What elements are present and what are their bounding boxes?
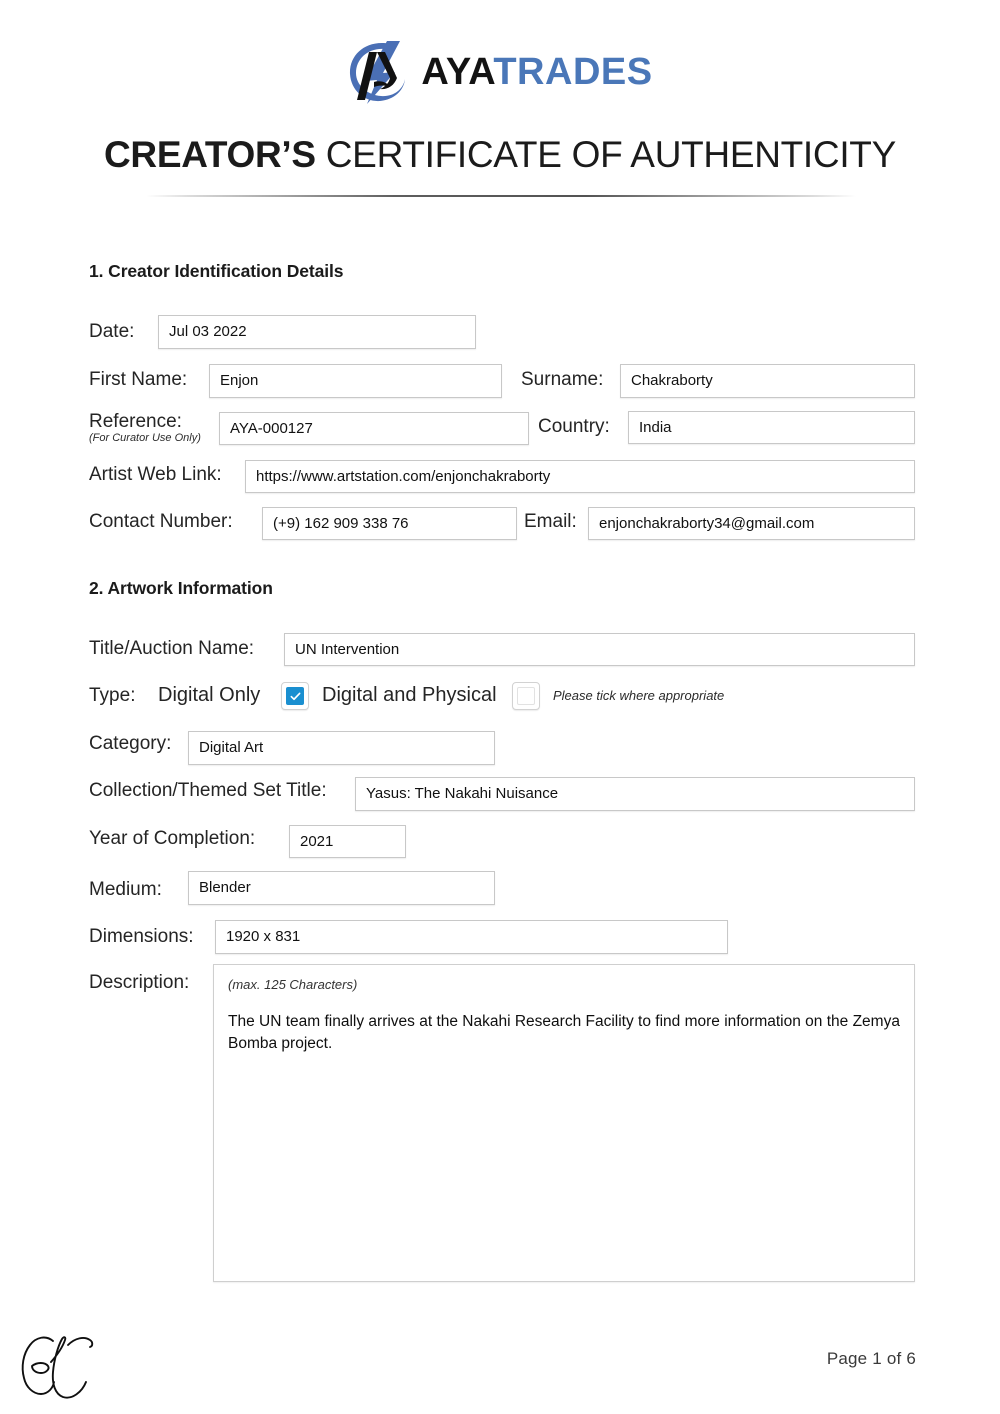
- first-name-value: Enjon: [220, 372, 259, 389]
- surname-input[interactable]: Chakraborty: [620, 364, 915, 398]
- collection-value: Yasus: The Nakahi Nuisance: [366, 785, 559, 802]
- category-value: Digital Art: [199, 739, 264, 756]
- contact-number-input[interactable]: (+9) 162 909 338 76: [262, 507, 517, 540]
- section-2-heading: 2. Artwork Information: [89, 578, 273, 598]
- country-input[interactable]: India: [628, 411, 915, 444]
- surname-label: Surname:: [521, 369, 604, 390]
- brand-wordmark-trades: TRADES: [493, 51, 653, 93]
- page-title-light: CERTIFICATE OF AUTHENTICITY: [325, 134, 897, 175]
- contact-number-label: Contact Number:: [89, 511, 233, 532]
- dimensions-input[interactable]: 1920 x 831: [215, 920, 728, 954]
- reference-value: AYA-000127: [230, 419, 313, 437]
- web-link-value: https://www.artstation.com/enjonchakrabo…: [256, 467, 551, 485]
- email-label: Email:: [524, 511, 577, 532]
- type-digital-only-checkbox[interactable]: [281, 682, 309, 710]
- first-name-input[interactable]: Enjon: [209, 364, 502, 398]
- type-option-digital-only-label: Digital Only: [158, 684, 261, 706]
- date-value: Jul 03 2022: [169, 323, 247, 340]
- year-label: Year of Completion:: [89, 828, 256, 849]
- type-label: Type:: [89, 685, 136, 706]
- page-title-strong: CREATOR’S: [103, 134, 316, 175]
- category-input[interactable]: Digital Art: [188, 731, 495, 765]
- section-1-heading: 1. Creator Identification Details: [89, 261, 344, 281]
- medium-input[interactable]: Blender: [188, 871, 495, 905]
- collection-input[interactable]: Yasus: The Nakahi Nuisance: [355, 777, 915, 811]
- dimensions-value: 1920 x 831: [226, 928, 301, 945]
- artwork-title-value: UN Intervention: [295, 640, 400, 658]
- description-placeholder-hint: (max. 125 Characters): [228, 977, 358, 992]
- checkbox-fill: [286, 687, 304, 705]
- ayatrades-swoosh-logo-icon: [350, 41, 406, 104]
- collection-label: Collection/Themed Set Title:: [89, 780, 327, 801]
- country-value: India: [639, 418, 672, 436]
- dimensions-label: Dimensions:: [89, 926, 194, 947]
- year-input[interactable]: 2021: [289, 825, 406, 858]
- category-label: Category:: [89, 733, 172, 754]
- date-label: Date:: [89, 321, 135, 342]
- description-textarea[interactable]: (max. 125 Characters) The UN team finall…: [213, 964, 915, 1282]
- certificate-page: AYATRADES CREATOR’S CERTIFICATE OF AUTHE…: [0, 0, 1000, 1414]
- reference-sublabel: (For Curator Use Only): [89, 432, 201, 444]
- artwork-title-input[interactable]: UN Intervention: [284, 633, 915, 666]
- type-digital-and-physical-checkbox[interactable]: [512, 682, 540, 710]
- checkmark-icon: [290, 692, 300, 700]
- checkbox-fill: [517, 687, 535, 705]
- contact-number-value: (+9) 162 909 338 76: [273, 514, 409, 532]
- description-label: Description:: [89, 972, 190, 993]
- brand-header: AYATRADES: [0, 32, 1000, 112]
- email-input[interactable]: enjonchakraborty34@gmail.com: [588, 507, 915, 540]
- reference-label: Reference:: [89, 411, 182, 432]
- date-input[interactable]: Jul 03 2022: [158, 315, 476, 349]
- brand-wordmark-aya: AYA: [421, 51, 494, 93]
- page-title: CREATOR’S CERTIFICATE OF AUTHENTICITY: [0, 131, 1000, 179]
- web-link-input[interactable]: https://www.artstation.com/enjonchakrabo…: [245, 460, 915, 493]
- year-value: 2021: [300, 832, 334, 850]
- medium-label: Medium:: [89, 879, 162, 900]
- medium-value: Blender: [199, 879, 251, 896]
- first-name-label: First Name:: [89, 369, 188, 390]
- country-label: Country:: [538, 416, 610, 437]
- type-hint-text: Please tick where appropriate: [553, 688, 725, 703]
- type-option-digital-physical-label: Digital and Physical: [322, 684, 497, 706]
- email-value: enjonchakraborty34@gmail.com: [599, 514, 815, 532]
- artwork-title-label: Title/Auction Name:: [89, 638, 255, 659]
- description-value: The UN team finally arrives at the Nakah…: [228, 1013, 900, 1052]
- handwritten-signature-ec-icon: [21, 1336, 94, 1399]
- page-number: Page 1 of 6: [826, 1349, 916, 1368]
- title-divider: [146, 195, 856, 197]
- brand-wordmark: AYATRADES: [421, 53, 652, 91]
- reference-input[interactable]: AYA-000127: [219, 412, 529, 445]
- surname-value: Chakraborty: [631, 372, 713, 389]
- web-link-label: Artist Web Link:: [89, 464, 222, 485]
